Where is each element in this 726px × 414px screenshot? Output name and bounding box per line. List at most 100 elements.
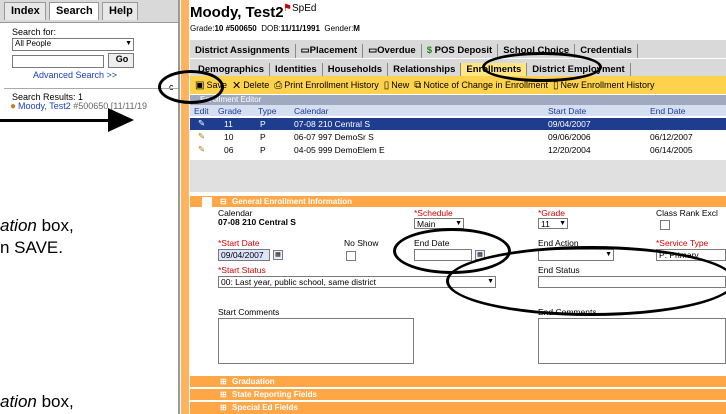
search-input[interactable] xyxy=(12,55,104,68)
tab-pos-deposit[interactable]: $ POS Deposit xyxy=(422,44,499,58)
start-comments-textarea[interactable] xyxy=(218,318,414,364)
search-for-select[interactable]: All People ▼ xyxy=(12,38,134,51)
edit-icon[interactable]: ✎ xyxy=(198,118,205,129)
tab-district-assignments[interactable]: District Assignments xyxy=(190,44,296,58)
service-type-select[interactable]: P: Primary xyxy=(656,249,726,261)
print-enrollment-history-button[interactable]: ⎙ Print Enrollment History xyxy=(274,80,379,91)
collapse-icon[interactable]: ⊟ xyxy=(220,197,227,206)
end-action-select[interactable]: ▼ xyxy=(538,249,614,261)
col-start-date[interactable]: Start Date xyxy=(548,106,586,116)
tab-placement[interactable]: ▭Placement xyxy=(296,44,364,58)
chevron-down-icon: ▼ xyxy=(455,220,462,227)
class-rank-exclude-label: Class Rank Excl xyxy=(656,208,718,218)
panel-divider xyxy=(178,0,180,414)
table-row[interactable]: ✎ 10 P 06-07 997 DemoSr S 09/06/2006 06/… xyxy=(190,131,726,143)
end-comments-textarea[interactable] xyxy=(538,318,726,364)
tab-row-2: Demographics Identities Households Relation… xyxy=(190,59,726,77)
chevron-down-icon: ▼ xyxy=(605,251,612,258)
chevron-down-icon: ▼ xyxy=(559,220,566,227)
table-row[interactable]: ✎ 11 P 07-08 210 Central S 09/04/2007 xyxy=(190,118,726,130)
tab-overdue[interactable]: ▭Overdue xyxy=(363,44,422,58)
start-status-select[interactable]: 00: Last year, public school, same distr… xyxy=(218,276,496,288)
start-comments-label: Start Comments xyxy=(218,307,280,317)
end-date-input[interactable] xyxy=(414,249,472,261)
tab-identities[interactable]: Identities xyxy=(270,63,323,77)
schedule-label: *Schedule xyxy=(414,208,453,218)
section-title: General Enrollment Information xyxy=(232,197,353,206)
section-title: Graduation xyxy=(232,377,275,386)
go-button[interactable]: Go xyxy=(108,53,134,68)
expand-icon[interactable]: ⊞ xyxy=(220,377,227,386)
new-button[interactable]: ▯ New xyxy=(384,80,410,91)
row-start-date: 09/04/2007 xyxy=(548,119,591,129)
tab-school-choice[interactable]: School Choice xyxy=(498,44,576,58)
advanced-search-link[interactable]: Advanced Search >> xyxy=(33,70,117,80)
student-info-line: Grade:10 #500650 DOB:11/11/1991 Gender:M xyxy=(190,24,360,33)
row-calendar: 04-05 999 DemoElem E xyxy=(294,145,385,155)
schedule-select[interactable]: Main ▼ xyxy=(414,218,464,229)
general-enrollment-form: Calendar 07-08 210 Central S *Schedule M… xyxy=(210,208,726,376)
end-comments-label: End Comments xyxy=(538,307,597,317)
state-reporting-section-header[interactable]: ⊞ State Reporting Fields xyxy=(190,389,726,400)
notice-of-change-button[interactable]: ⧉ Notice of Change in Enrollment xyxy=(414,80,548,91)
expand-icon[interactable]: ⊞ xyxy=(220,390,227,399)
graduation-section-header[interactable]: ⊞ Graduation xyxy=(190,376,726,387)
orange-side-bar xyxy=(181,0,189,414)
end-status-label: End Status xyxy=(538,265,580,275)
col-type[interactable]: Type xyxy=(258,106,276,116)
grade-select[interactable]: 11 ▼ xyxy=(538,218,568,229)
calendar-icon[interactable]: ▦ xyxy=(273,250,283,260)
row-type: P xyxy=(260,145,266,155)
col-calendar[interactable]: Calendar xyxy=(294,106,329,116)
row-calendar: 07-08 210 Central S xyxy=(294,119,371,129)
flag-icon: ⚑ xyxy=(283,3,292,14)
row-grade: 11 xyxy=(224,119,233,129)
tab-district-employment[interactable]: District Employment xyxy=(527,63,631,77)
start-status-label: *Start Status xyxy=(218,265,266,275)
grid-header: Edit Grade Type Calendar Start Date End … xyxy=(190,105,726,116)
tab-credentials[interactable]: Credentials xyxy=(575,44,638,58)
copy-icon: ⧉ xyxy=(414,80,422,91)
section-title: State Reporting Fields xyxy=(232,390,317,399)
expand-icon[interactable] xyxy=(202,197,212,207)
tab-row-1: District Assignments ▭Placement ▭Overdue $ … xyxy=(190,40,726,58)
edit-icon[interactable]: ✎ xyxy=(198,144,205,155)
class-rank-exclude-checkbox[interactable] xyxy=(660,220,670,230)
col-end-date[interactable]: End Date xyxy=(650,106,685,116)
save-button[interactable]: ▣ Save xyxy=(195,80,227,91)
delete-button[interactable]: ✕ Delete xyxy=(232,79,269,92)
end-status-select[interactable] xyxy=(538,276,726,288)
annotation-text-2: n SAVE. xyxy=(0,238,63,257)
tab-search[interactable]: Search xyxy=(49,2,99,20)
general-enrollment-section-header[interactable]: ⊟ General Enrollment Information xyxy=(190,196,726,207)
edit-icon[interactable]: ✎ xyxy=(198,131,205,142)
row-type: P xyxy=(260,132,266,142)
toolbar: ▣ Save ✕ Delete ⎙ Print Enrollment History ▯ Ne… xyxy=(190,76,726,94)
left-tab-strip: Index Search Help xyxy=(0,0,180,23)
expand-icon[interactable]: ⊞ xyxy=(220,403,227,412)
tab-relationships[interactable]: Relationships xyxy=(388,63,462,77)
tab-enrollments[interactable]: Enrollments xyxy=(461,63,528,77)
tab-demographics[interactable]: Demographics xyxy=(190,63,270,77)
student-name: Moody, Test2 xyxy=(190,4,284,21)
col-edit[interactable]: Edit xyxy=(194,106,209,116)
service-type-label: *Service Type xyxy=(656,238,709,248)
end-date-label: End Date xyxy=(414,238,450,248)
table-row[interactable]: ✎ 06 P 04-05 999 DemoElem E 12/20/2004 0… xyxy=(190,144,726,156)
c-fragment: c xyxy=(169,82,174,92)
special-ed-section-header[interactable]: ⊞ Special Ed Fields xyxy=(190,402,726,414)
start-date-input[interactable]: 09/04/2007 xyxy=(218,249,270,261)
folder-icon: ▭ xyxy=(300,45,310,56)
no-show-checkbox[interactable] xyxy=(346,251,356,261)
tab-help[interactable]: Help xyxy=(102,2,138,20)
new-enrollment-history-button[interactable]: ▯ New Enrollment History xyxy=(553,80,655,91)
tab-index[interactable]: Index xyxy=(4,2,46,20)
dollar-icon: $ xyxy=(426,45,433,56)
printer-icon: ⎙ xyxy=(274,80,283,91)
left-divider xyxy=(4,88,178,89)
chevron-down-icon: ▼ xyxy=(125,40,132,47)
tab-households[interactable]: Households xyxy=(323,63,389,77)
calendar-icon[interactable]: ▦ xyxy=(475,250,485,260)
row-start-date: 09/06/2006 xyxy=(548,132,591,142)
col-grade[interactable]: Grade xyxy=(218,106,242,116)
